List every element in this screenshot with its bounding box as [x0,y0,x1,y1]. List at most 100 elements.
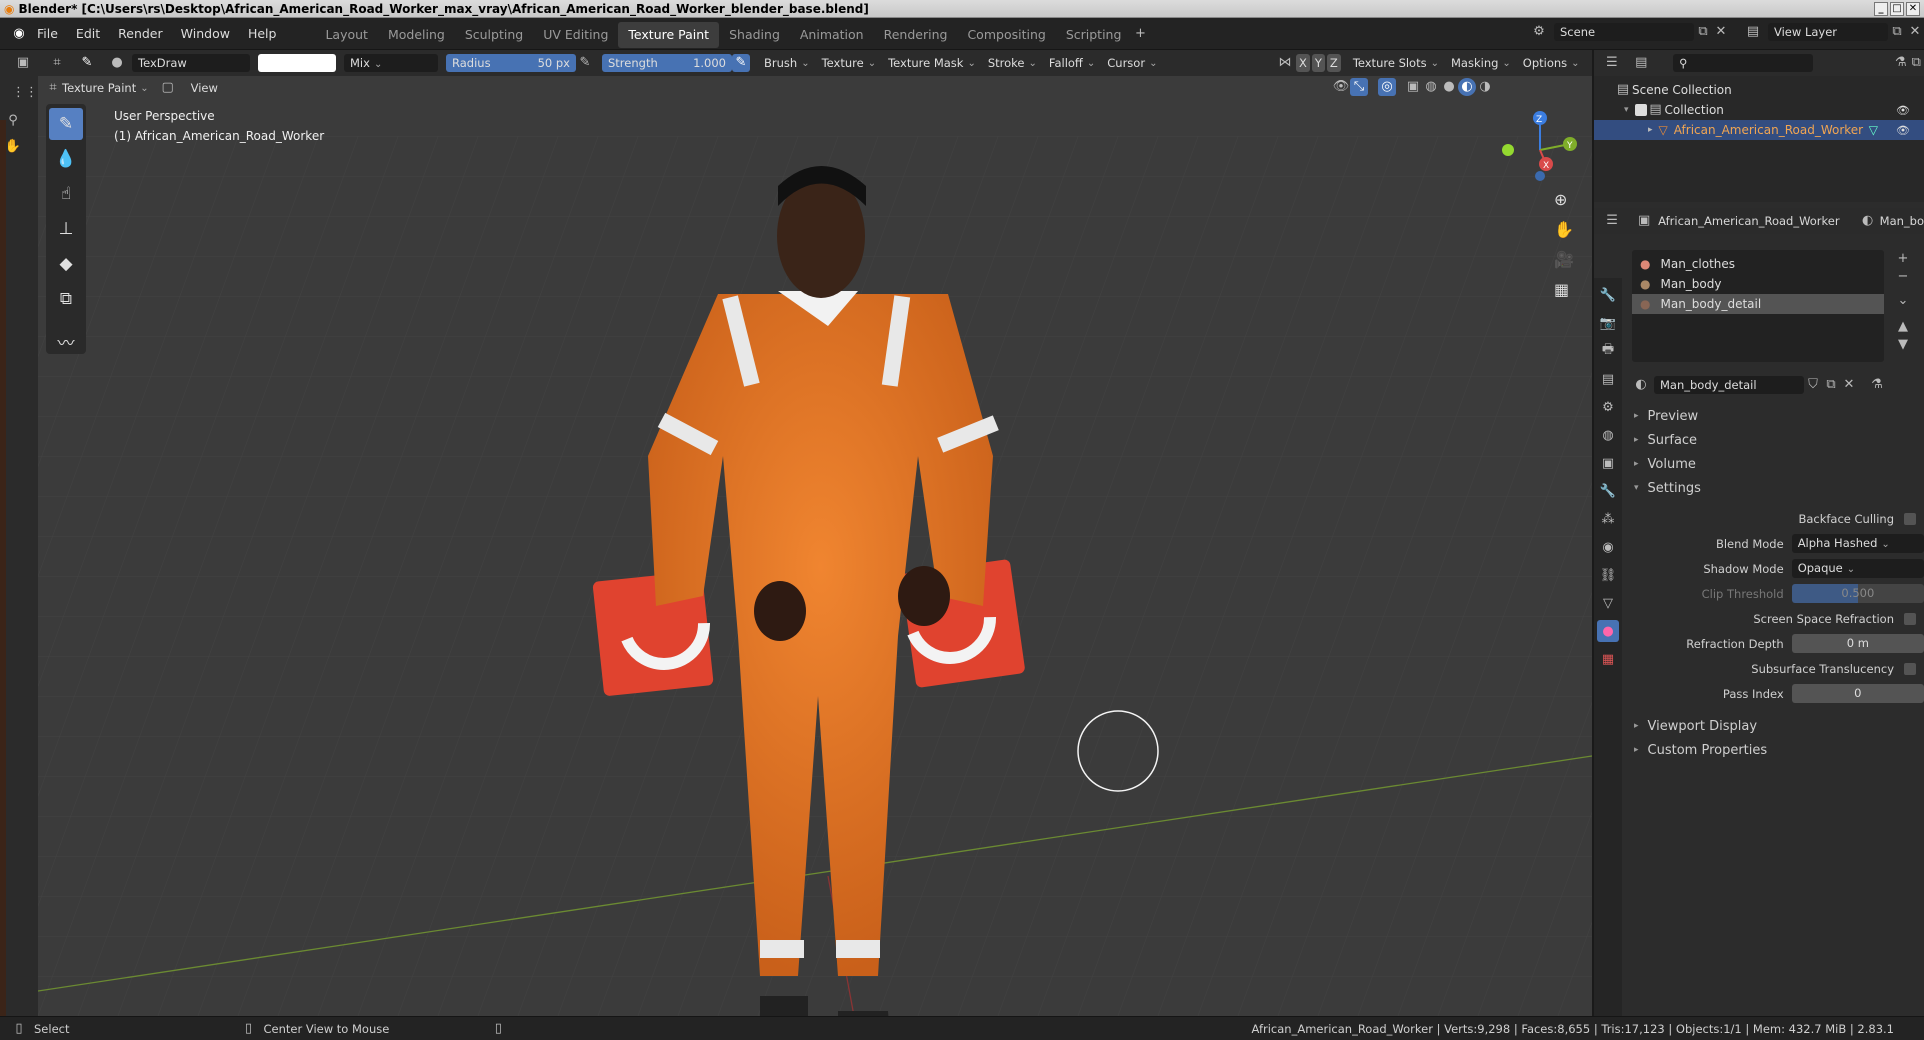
3d-viewport[interactable] [38,76,1592,1016]
render-tab-icon[interactable]: 📷 [1597,312,1619,334]
subsurface-checkbox[interactable] [1904,662,1916,675]
outliner-editor-icon[interactable]: ☰ [1604,54,1620,72]
falloff-menu[interactable]: Falloff [1043,52,1101,74]
physics-tab-icon[interactable]: ◉ [1597,536,1619,558]
move-down-icon[interactable]: ▼ [1894,336,1912,354]
view-layer-tab-icon[interactable]: ▤ [1597,368,1619,390]
section-volume[interactable]: Volume [1622,452,1924,476]
menu-render[interactable]: Render [109,18,172,50]
navigation-gizmo[interactable]: Z Y X ⊕ ✋ 🎥 ▦ [1490,100,1590,430]
tab-texture-paint[interactable]: Texture Paint [618,22,720,48]
section-preview[interactable]: Preview [1622,404,1924,428]
slot-menu-icon[interactable]: ⌄ [1894,292,1912,310]
camera-icon[interactable]: 🎥 [1554,250,1574,269]
view-layer-field[interactable]: View Layer [1768,23,1888,41]
clone-tool-icon[interactable]: ⊥ [49,213,83,245]
pass-index-field[interactable]: 0 [1791,684,1924,703]
slot-item-selected[interactable]: ● Man_body_detail [1632,294,1884,314]
view-menu[interactable]: View [185,77,224,99]
new-view-layer-icon[interactable]: ⧉ [1888,23,1906,41]
scene-field[interactable]: Scene [1554,23,1694,41]
object-tab-icon[interactable]: ▣ [1597,452,1619,474]
axis-y-toggle[interactable]: Y [1311,54,1325,72]
rendered-shading-icon[interactable]: ◑ [1476,78,1494,96]
cursor-menu[interactable]: Cursor [1101,52,1163,74]
data-tab-icon[interactable]: ▽ [1597,592,1619,614]
slot-item[interactable]: ● Man_clothes [1632,254,1884,274]
texture-slots-menu[interactable]: Texture Slots [1347,52,1445,74]
fake-user-icon[interactable]: ⛉ [1804,376,1822,394]
radius-slider[interactable]: Radius 50 px [446,54,576,72]
solid-shading-icon[interactable]: ● [1440,78,1458,96]
section-settings[interactable]: Settings [1622,476,1924,500]
modifier-tab-icon[interactable]: 🔧 [1597,480,1619,502]
mode-grid-icon[interactable]: ⋮⋮ [12,84,38,102]
material-tab-icon[interactable]: ● [1597,620,1619,642]
tab-scripting[interactable]: Scripting [1056,22,1132,48]
tab-sculpting[interactable]: Sculpting [455,22,533,48]
properties-editor-icon[interactable]: ☰ [1604,212,1620,230]
tab-shading[interactable]: Shading [719,22,790,48]
menu-file[interactable]: File [28,18,67,50]
eye-icon[interactable]: 👁 [1896,104,1910,117]
new-collection-icon[interactable]: ⧉ [1908,54,1924,72]
tab-layout[interactable]: Layout [315,22,378,48]
outliner-scene-collection[interactable]: ▤ Scene Collection [1614,80,1924,100]
xray-icon[interactable]: ▣ [1404,78,1422,96]
strength-pressure-icon[interactable]: ✎ [732,54,750,72]
view-layer-icon[interactable]: ▤ [1744,23,1762,41]
blend-mode-dropdown[interactable]: Mix [344,54,438,72]
ssr-checkbox[interactable] [1904,612,1916,625]
toggle-toolbar-icon[interactable]: ⚲ [4,112,22,130]
constraints-tab-icon[interactable]: ⛓ [1597,564,1619,586]
close-button[interactable]: ✕ [1906,2,1920,16]
brush-name-field[interactable]: TexDraw [132,54,250,72]
maximize-button[interactable]: □ [1890,2,1904,16]
menu-window[interactable]: Window [172,18,239,50]
fill-tool-icon[interactable]: ◆ [49,248,83,280]
soften-tool-icon[interactable]: 💧 [49,143,83,175]
particles-tab-icon[interactable]: ⁂ [1597,508,1619,530]
wireframe-shading-icon[interactable]: ◍ [1422,78,1440,96]
add-workspace-icon[interactable]: + [1131,25,1149,43]
duplicate-material-icon[interactable]: ⧉ [1822,376,1840,394]
shadow-mode-select[interactable]: Opaque [1791,559,1924,578]
brush-menu[interactable]: Brush [758,52,816,74]
tab-uv-editing[interactable]: UV Editing [533,22,618,48]
slot-item[interactable]: ● Man_body [1632,274,1884,294]
mirror-icon[interactable]: ⋈ [1276,54,1294,72]
texture-menu[interactable]: Texture [816,52,883,74]
masking-menu[interactable]: Masking [1445,52,1517,74]
strength-slider[interactable]: Strength 1.000 [602,54,732,72]
radius-pressure-icon[interactable]: ✎ [576,54,594,72]
outliner-object[interactable]: ▸ ▽ African_American_Road_Worker ▽ 👁 [1594,120,1924,140]
filter-icon[interactable]: ⚗ [1893,54,1909,72]
backface-culling-checkbox[interactable] [1904,512,1916,525]
smear-tool-icon[interactable]: ☝ [49,178,83,210]
minimize-button[interactable]: _ [1874,2,1888,16]
texture-mask-menu[interactable]: Texture Mask [882,52,982,74]
mode-dropdown[interactable]: ⌗ Texture Paint [38,77,155,99]
ortho-grid-icon[interactable]: ▦ [1554,280,1569,299]
collection-checkbox[interactable] [1634,104,1647,116]
axis-z-toggle[interactable]: Z [1326,54,1341,72]
remove-scene-icon[interactable]: ✕ [1712,23,1730,41]
menu-help[interactable]: Help [239,18,286,50]
blender-menu-icon[interactable]: ◉ [10,25,28,43]
paint-mask-icon[interactable]: ▢ [159,79,177,97]
axis-gizmo[interactable]: Z Y X [1490,100,1590,200]
remove-view-layer-icon[interactable]: ✕ [1906,23,1924,41]
display-mode-icon[interactable]: ▤ [1634,54,1650,72]
color-swatch[interactable] [258,54,336,72]
texture-tab-icon[interactable]: ▦ [1597,648,1619,670]
blend-mode-select[interactable]: Alpha Hashed [1791,534,1924,553]
gizmo-icon[interactable]: ⤡ [1350,78,1368,96]
output-tab-icon[interactable]: 🖶 [1597,340,1619,362]
section-custom-properties[interactable]: Custom Properties [1622,738,1924,762]
add-slot-icon[interactable]: + [1894,250,1912,268]
tab-rendering[interactable]: Rendering [874,22,958,48]
material-shading-icon[interactable]: ◐ [1458,78,1476,96]
unlink-material-icon[interactable]: ✕ [1840,376,1858,394]
mask-tool-icon[interactable]: ⧉ [49,283,83,315]
hand-icon[interactable]: ✋ [4,138,22,156]
